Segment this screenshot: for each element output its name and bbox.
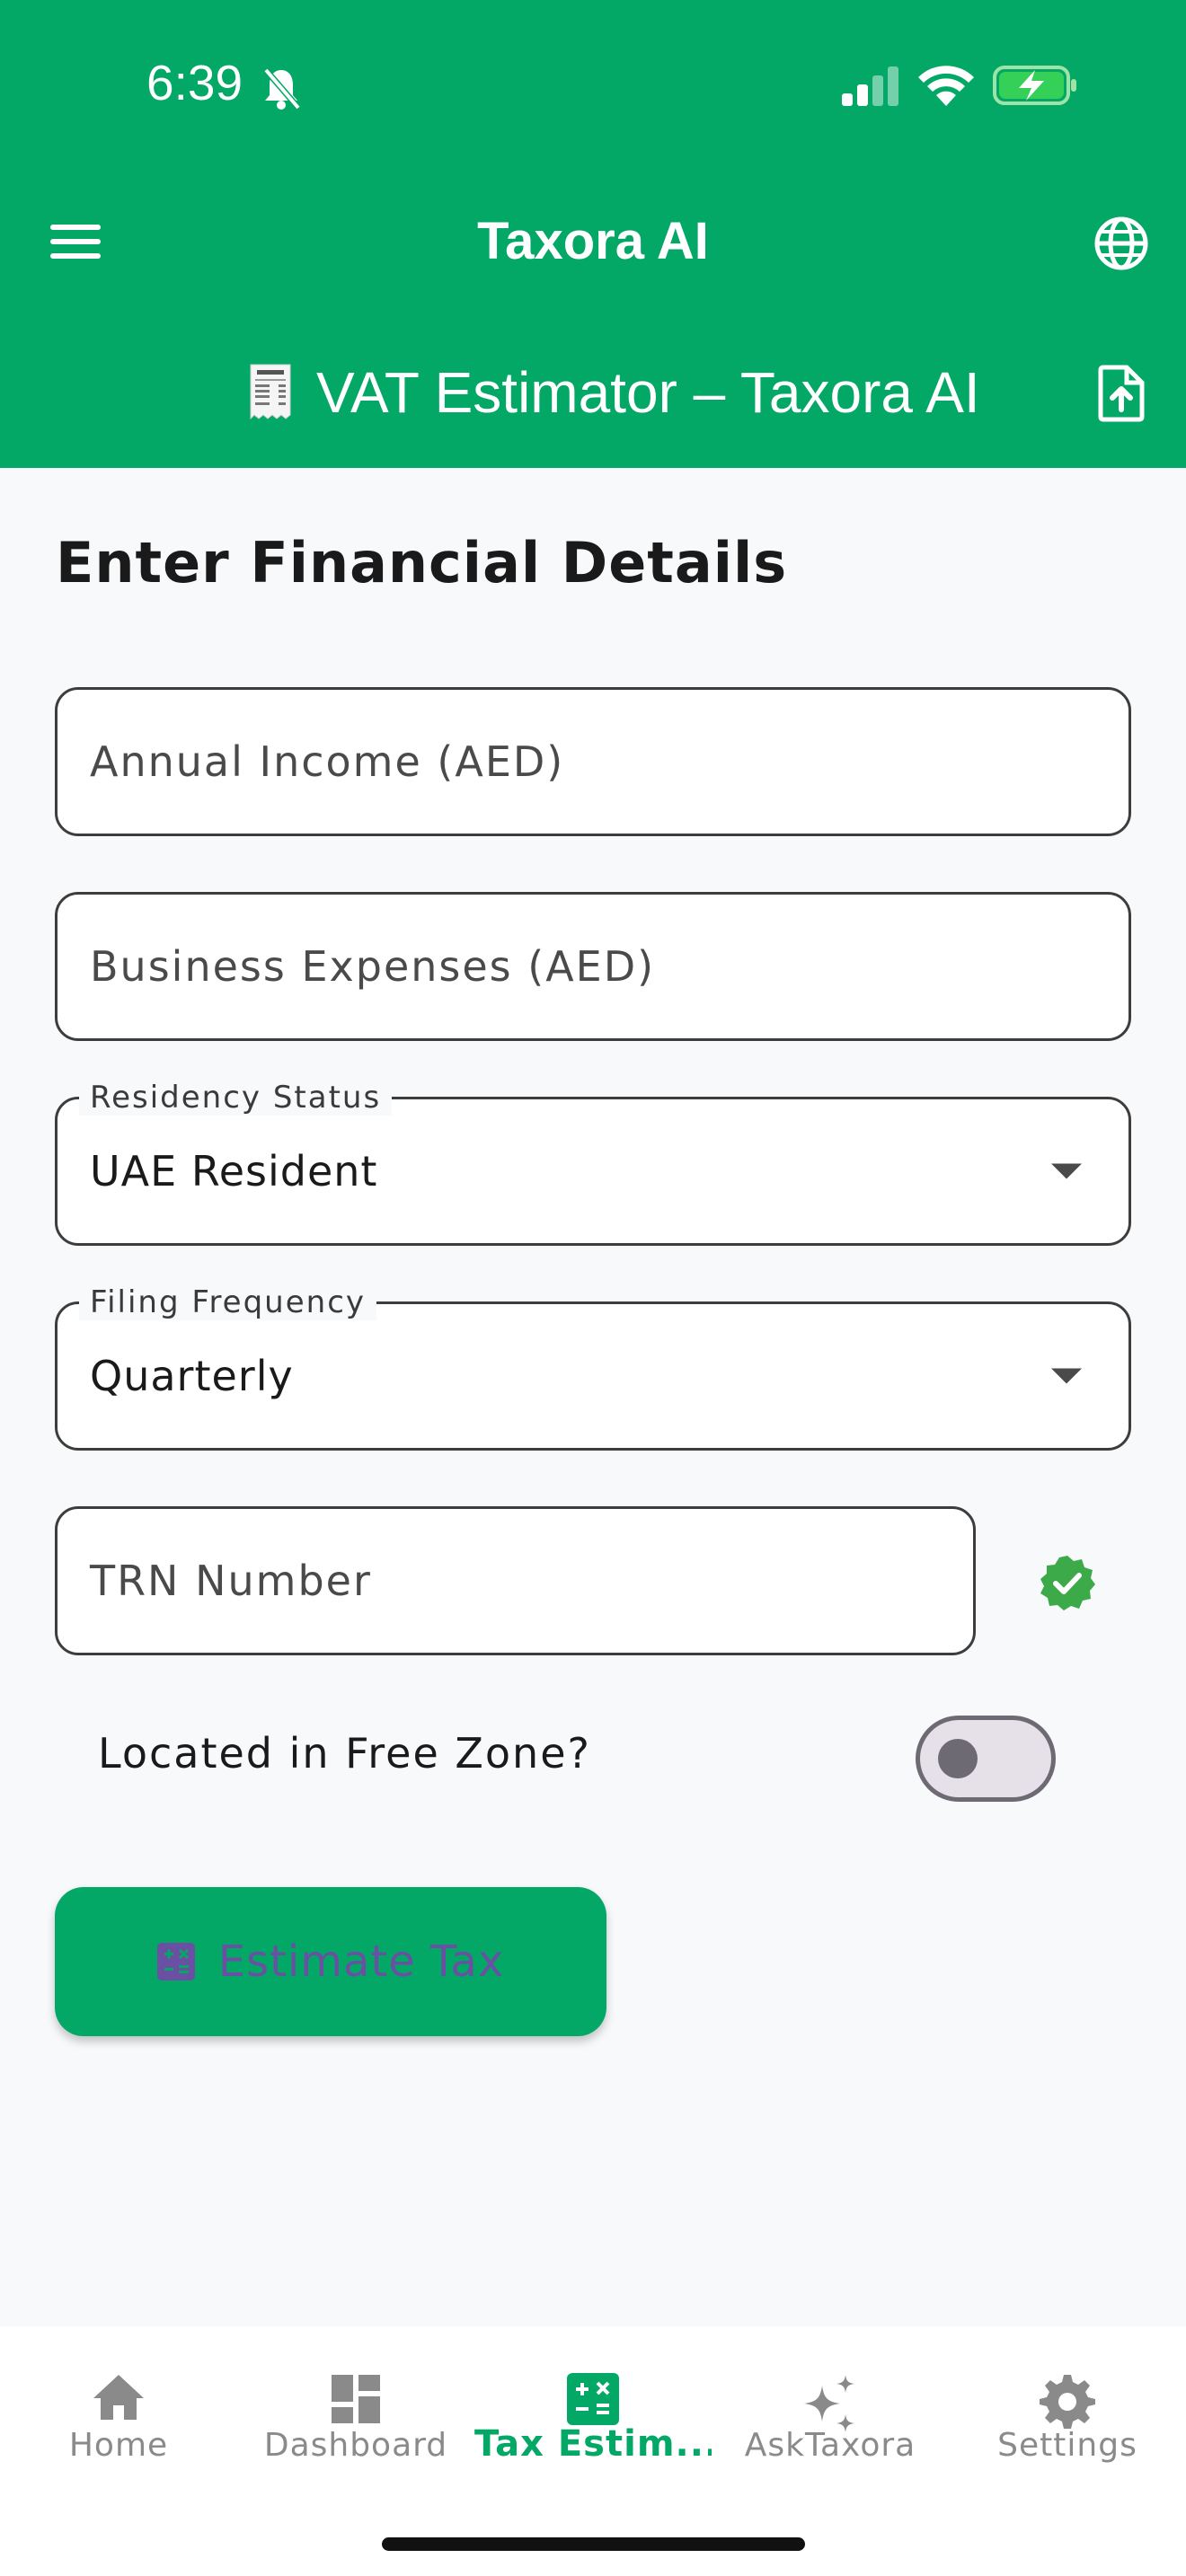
page-subtitle-text: VAT Estimator – Taxora AI: [316, 360, 980, 425]
nav-item-home[interactable]: Home: [0, 2326, 237, 2506]
app-title: Taxora AI: [477, 212, 709, 270]
nav-item-dashboard[interactable]: Dashboard: [237, 2326, 474, 2506]
free-zone-toggle[interactable]: [916, 1716, 1056, 1802]
dashboard-icon: [332, 2375, 380, 2423]
dropdown-arrow-icon: [1051, 1163, 1082, 1179]
cellular-signal-icon: [842, 66, 898, 106]
nav-label-settings: Settings: [997, 2427, 1137, 2464]
calculator-icon: [567, 2373, 619, 2425]
residency-status-dropdown[interactable]: Residency Status UAE Resident: [55, 1080, 1131, 1246]
residency-status-value: UAE Resident: [90, 1147, 378, 1195]
section-title: Enter Financial Details: [56, 530, 788, 595]
business-expenses-placeholder: Business Expenses (AED): [90, 942, 656, 991]
home-indicator: [382, 2537, 805, 2551]
file-upload-icon[interactable]: [1098, 365, 1145, 422]
nav-label-dashboard: Dashboard: [263, 2427, 448, 2464]
receipt-icon: [250, 364, 291, 420]
filing-frequency-dropdown[interactable]: Filing Frequency Quarterly: [55, 1284, 1131, 1451]
nav-label-tax-estimator: Tax Estim...: [474, 2423, 712, 2465]
free-zone-label: Located in Free Zone?: [98, 1729, 591, 1778]
nav-item-asktaxora[interactable]: AskTaxora: [712, 2326, 949, 2506]
estimate-tax-button[interactable]: Estimate Tax: [55, 1887, 606, 2036]
toggle-knob: [938, 1739, 978, 1778]
battery-charging-icon: [993, 66, 1076, 105]
filing-frequency-value: Quarterly: [90, 1352, 294, 1400]
dropdown-arrow-icon: [1051, 1368, 1082, 1384]
app-header: 6:39 Taxora AI VAT Estimator – Taxora AI: [0, 0, 1186, 468]
trn-number-field[interactable]: TRN Number: [55, 1506, 976, 1655]
annual-income-placeholder: Annual Income (AED): [90, 737, 565, 786]
home-icon: [93, 2375, 144, 2420]
page-subtitle: VAT Estimator – Taxora AI: [316, 359, 980, 426]
wifi-icon: [918, 66, 974, 106]
filing-frequency-label: Filing Frequency: [79, 1284, 377, 1320]
nav-label-home: Home: [68, 2427, 169, 2464]
trn-number-placeholder: TRN Number: [90, 1557, 372, 1605]
calculator-icon: [156, 1943, 195, 1981]
nav-item-settings[interactable]: Settings: [949, 2326, 1186, 2506]
annual-income-field[interactable]: Annual Income (AED): [55, 687, 1131, 836]
status-time: 6:39: [146, 55, 243, 110]
globe-icon[interactable]: [1093, 216, 1149, 271]
estimate-tax-label: Estimate Tax: [217, 1936, 505, 1987]
verified-badge-icon: [1040, 1556, 1095, 1610]
residency-status-label: Residency Status: [79, 1080, 393, 1116]
business-expenses-field[interactable]: Business Expenses (AED): [55, 892, 1131, 1041]
bell-muted-icon: [263, 67, 301, 110]
gear-icon: [1040, 2375, 1095, 2429]
nav-item-tax-estimator[interactable]: Tax Estim...: [474, 2326, 712, 2506]
nav-label-asktaxora: AskTaxora: [744, 2427, 916, 2464]
